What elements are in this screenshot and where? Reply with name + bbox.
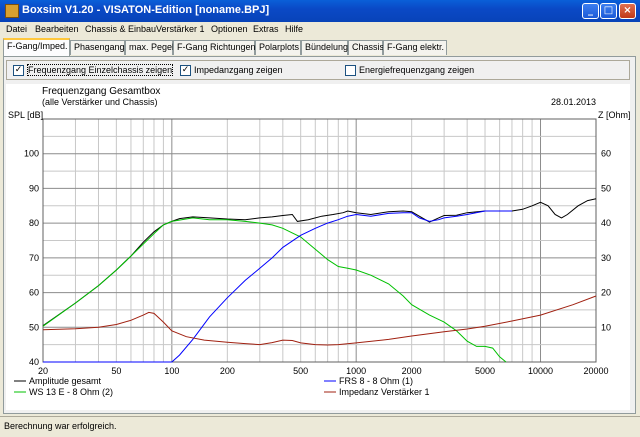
menu-extras[interactable]: Extras: [253, 24, 279, 34]
series-line-frs-8-8-ohm-1-: [43, 210, 512, 363]
checkbox-einzelchassis-label[interactable]: Frequenzgang Einzelchassis zeigen: [26, 64, 174, 76]
x-tick-label: 10000: [528, 366, 553, 376]
y-tick-label: 80: [29, 218, 39, 228]
menu-bar: Datei Bearbeiten Chassis & Einbau Verstä…: [0, 22, 640, 38]
legend-label: FRS 8 - 8 Ohm (1): [339, 376, 413, 386]
tab-phasengang[interactable]: Phasengang: [70, 40, 125, 55]
tab-fgang-richtungen[interactable]: F-Gang Richtungen: [173, 40, 256, 55]
minimize-button[interactable]: _: [582, 3, 599, 19]
chart-date: 28.01.2013: [551, 97, 596, 107]
legend-label: Amplitude gesamt: [29, 376, 102, 386]
chart-area: Frequenzgang Gesamtbox (alle Verstärker …: [6, 84, 631, 410]
series-line-ws-13-e-8-ohm-2-: [42, 217, 507, 363]
window-title: Boxsim V1.20 - VISATON-Edition [noname.B…: [22, 4, 270, 16]
x-tick-label: 500: [293, 366, 308, 376]
app-icon: [5, 4, 19, 18]
menu-optionen[interactable]: Optionen: [211, 24, 248, 34]
legend-label: Impedanz Verstärker 1: [339, 387, 430, 397]
checkmark-icon: ✓: [14, 65, 23, 75]
chart-legend: Amplitude gesamt FRS 8 - 8 Ohm (1) WS 13 E…: [14, 376, 430, 397]
x-tick-label: 2000: [402, 366, 422, 376]
x-tick-label: 50: [111, 366, 121, 376]
checkbox-impedanz[interactable]: ✓: [180, 65, 191, 76]
checkbox-impedanz-label[interactable]: Impedanzgang zeigen: [194, 65, 283, 75]
tab-fgang-elektr[interactable]: F-Gang elektr.: [383, 40, 447, 55]
close-button[interactable]: ×: [619, 3, 636, 19]
tab-buendelung[interactable]: Bündelung: [301, 40, 348, 55]
tab-chassis[interactable]: Chassis: [348, 40, 384, 55]
chart-grid: 40506070809010010203040506020 50 100 200 500…: [24, 118, 611, 376]
y2-tick-label: 10: [601, 322, 611, 332]
x-tick-label: 100: [164, 366, 179, 376]
chart-title: Frequenzgang Gesamtbox: [42, 86, 160, 97]
series-line-impedanz-verst-rker-1: [42, 295, 597, 346]
chart-subtitle: (alle Verstärker und Chassis): [42, 97, 158, 107]
legend-label: WS 13 E - 8 Ohm (2): [29, 387, 113, 397]
y-tick-label: 70: [29, 253, 39, 263]
x-tick-label: 20: [38, 366, 48, 376]
y2-tick-label: 60: [601, 149, 611, 159]
checkmark-icon: ✓: [181, 65, 190, 75]
status-text: Berechnung war erfolgreich.: [4, 421, 117, 431]
menu-chassis-einbau[interactable]: Chassis & Einbau: [85, 24, 156, 34]
x-tick-label: 1000: [346, 366, 366, 376]
checkbox-energie-label[interactable]: Energiefrequenzgang zeigen: [359, 65, 474, 75]
x-tick-label: 5000: [475, 366, 495, 376]
tab-strip: F-Gang/Imped. Phasengang max. Pegel F-Ga…: [0, 38, 640, 56]
x-tick-label: 20000: [583, 366, 608, 376]
tab-fgang-imped[interactable]: F-Gang/Imped.: [3, 38, 70, 56]
y2-tick-label: 20: [601, 288, 611, 298]
y2-axis-label: Z [Ohm]: [598, 110, 630, 120]
frequency-response-chart: Frequenzgang Gesamtbox (alle Verstärker …: [8, 86, 631, 397]
tab-polarplots[interactable]: Polarplots: [255, 40, 301, 55]
checkbox-energie[interactable]: [345, 65, 356, 76]
menu-datei[interactable]: Datei: [6, 24, 27, 34]
y-tick-label: 90: [29, 183, 39, 193]
menu-verstaerker[interactable]: Verstärker 1: [156, 24, 205, 34]
y-axis-label: SPL [dB]: [8, 110, 43, 120]
status-bar: Berechnung war erfolgreich.: [0, 416, 640, 437]
tab-max-pegel[interactable]: max. Pegel: [125, 40, 174, 55]
menu-bearbeiten[interactable]: Bearbeiten: [35, 24, 79, 34]
y2-tick-label: 50: [601, 183, 611, 193]
checkbox-einzelchassis[interactable]: ✓: [13, 65, 24, 76]
menu-hilfe[interactable]: Hilfe: [285, 24, 303, 34]
y-tick-label: 50: [29, 322, 39, 332]
y-tick-label: 100: [24, 149, 39, 159]
options-row: ✓ Frequenzgang Einzelchassis zeigen ✓ Im…: [6, 60, 630, 80]
maximize-button[interactable]: □: [600, 3, 617, 19]
y-tick-label: 60: [29, 288, 39, 298]
y2-tick-label: 30: [601, 253, 611, 263]
series-line-amplitude-gesamt: [42, 198, 597, 327]
title-bar: Boxsim V1.20 - VISATON-Edition [noname.B…: [0, 0, 640, 22]
y2-tick-label: 40: [601, 218, 611, 228]
x-tick-label: 200: [220, 366, 235, 376]
